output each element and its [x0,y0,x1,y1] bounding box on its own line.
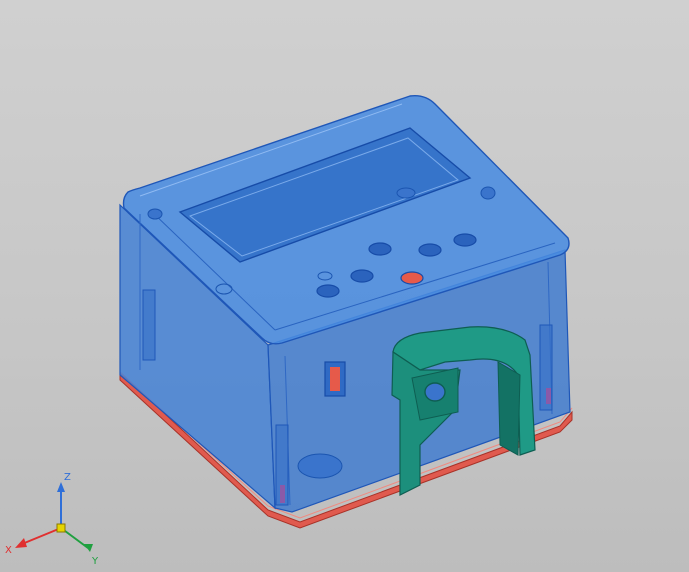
switch-window[interactable] [324,361,346,397]
cad-3d-viewport[interactable]: Z X Y [0,0,689,572]
triad-origin [56,523,66,533]
x-axis-arrow: X [5,527,62,556]
z-axis-arrow: Z [57,472,71,528]
z-axis-label: Z [64,472,71,483]
y-axis-label: Y [91,556,99,567]
x-axis-label: X [5,545,12,556]
y-axis-arrow: Y [60,527,99,567]
axis-triad[interactable]: Z X Y [0,460,110,572]
